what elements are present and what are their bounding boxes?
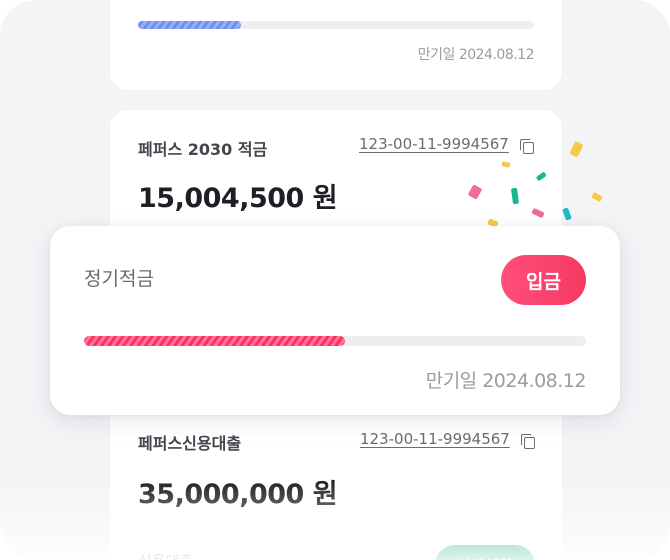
account-number-link[interactable]: 123-00-11-9994567	[360, 430, 510, 448]
progress-track	[138, 21, 534, 29]
deposit-button[interactable]: 입금	[501, 255, 586, 305]
maturity-date: 만기일 2024.08.12	[417, 47, 535, 63]
progress-track	[84, 336, 586, 346]
account-name: 페퍼스신용대출	[138, 434, 242, 453]
interest-repay-button[interactable]: 이자상환	[435, 545, 535, 560]
account-card-top[interactable]: 만기일 2024.08.12	[110, 0, 562, 90]
account-card-loan[interactable]: 페퍼스신용대출 123-00-11-9994567 35,000,000 원 신…	[110, 395, 562, 560]
popup-title: 정기적금	[84, 268, 154, 290]
loan-type-label: 신용대출	[138, 550, 193, 560]
savings-popup-card[interactable]: 정기적금 입금 만기일 2024.08.12	[50, 226, 620, 415]
account-name: 페퍼스 2030 적금	[138, 140, 268, 159]
maturity-date: 만기일 2024.08.12	[425, 370, 587, 392]
progress-fill	[84, 336, 346, 346]
progress-fill	[138, 21, 241, 29]
copy-icon[interactable]	[521, 434, 535, 449]
loan-balance: 35,000,000 원	[138, 479, 338, 510]
account-balance: 15,004,500 원	[138, 183, 338, 214]
